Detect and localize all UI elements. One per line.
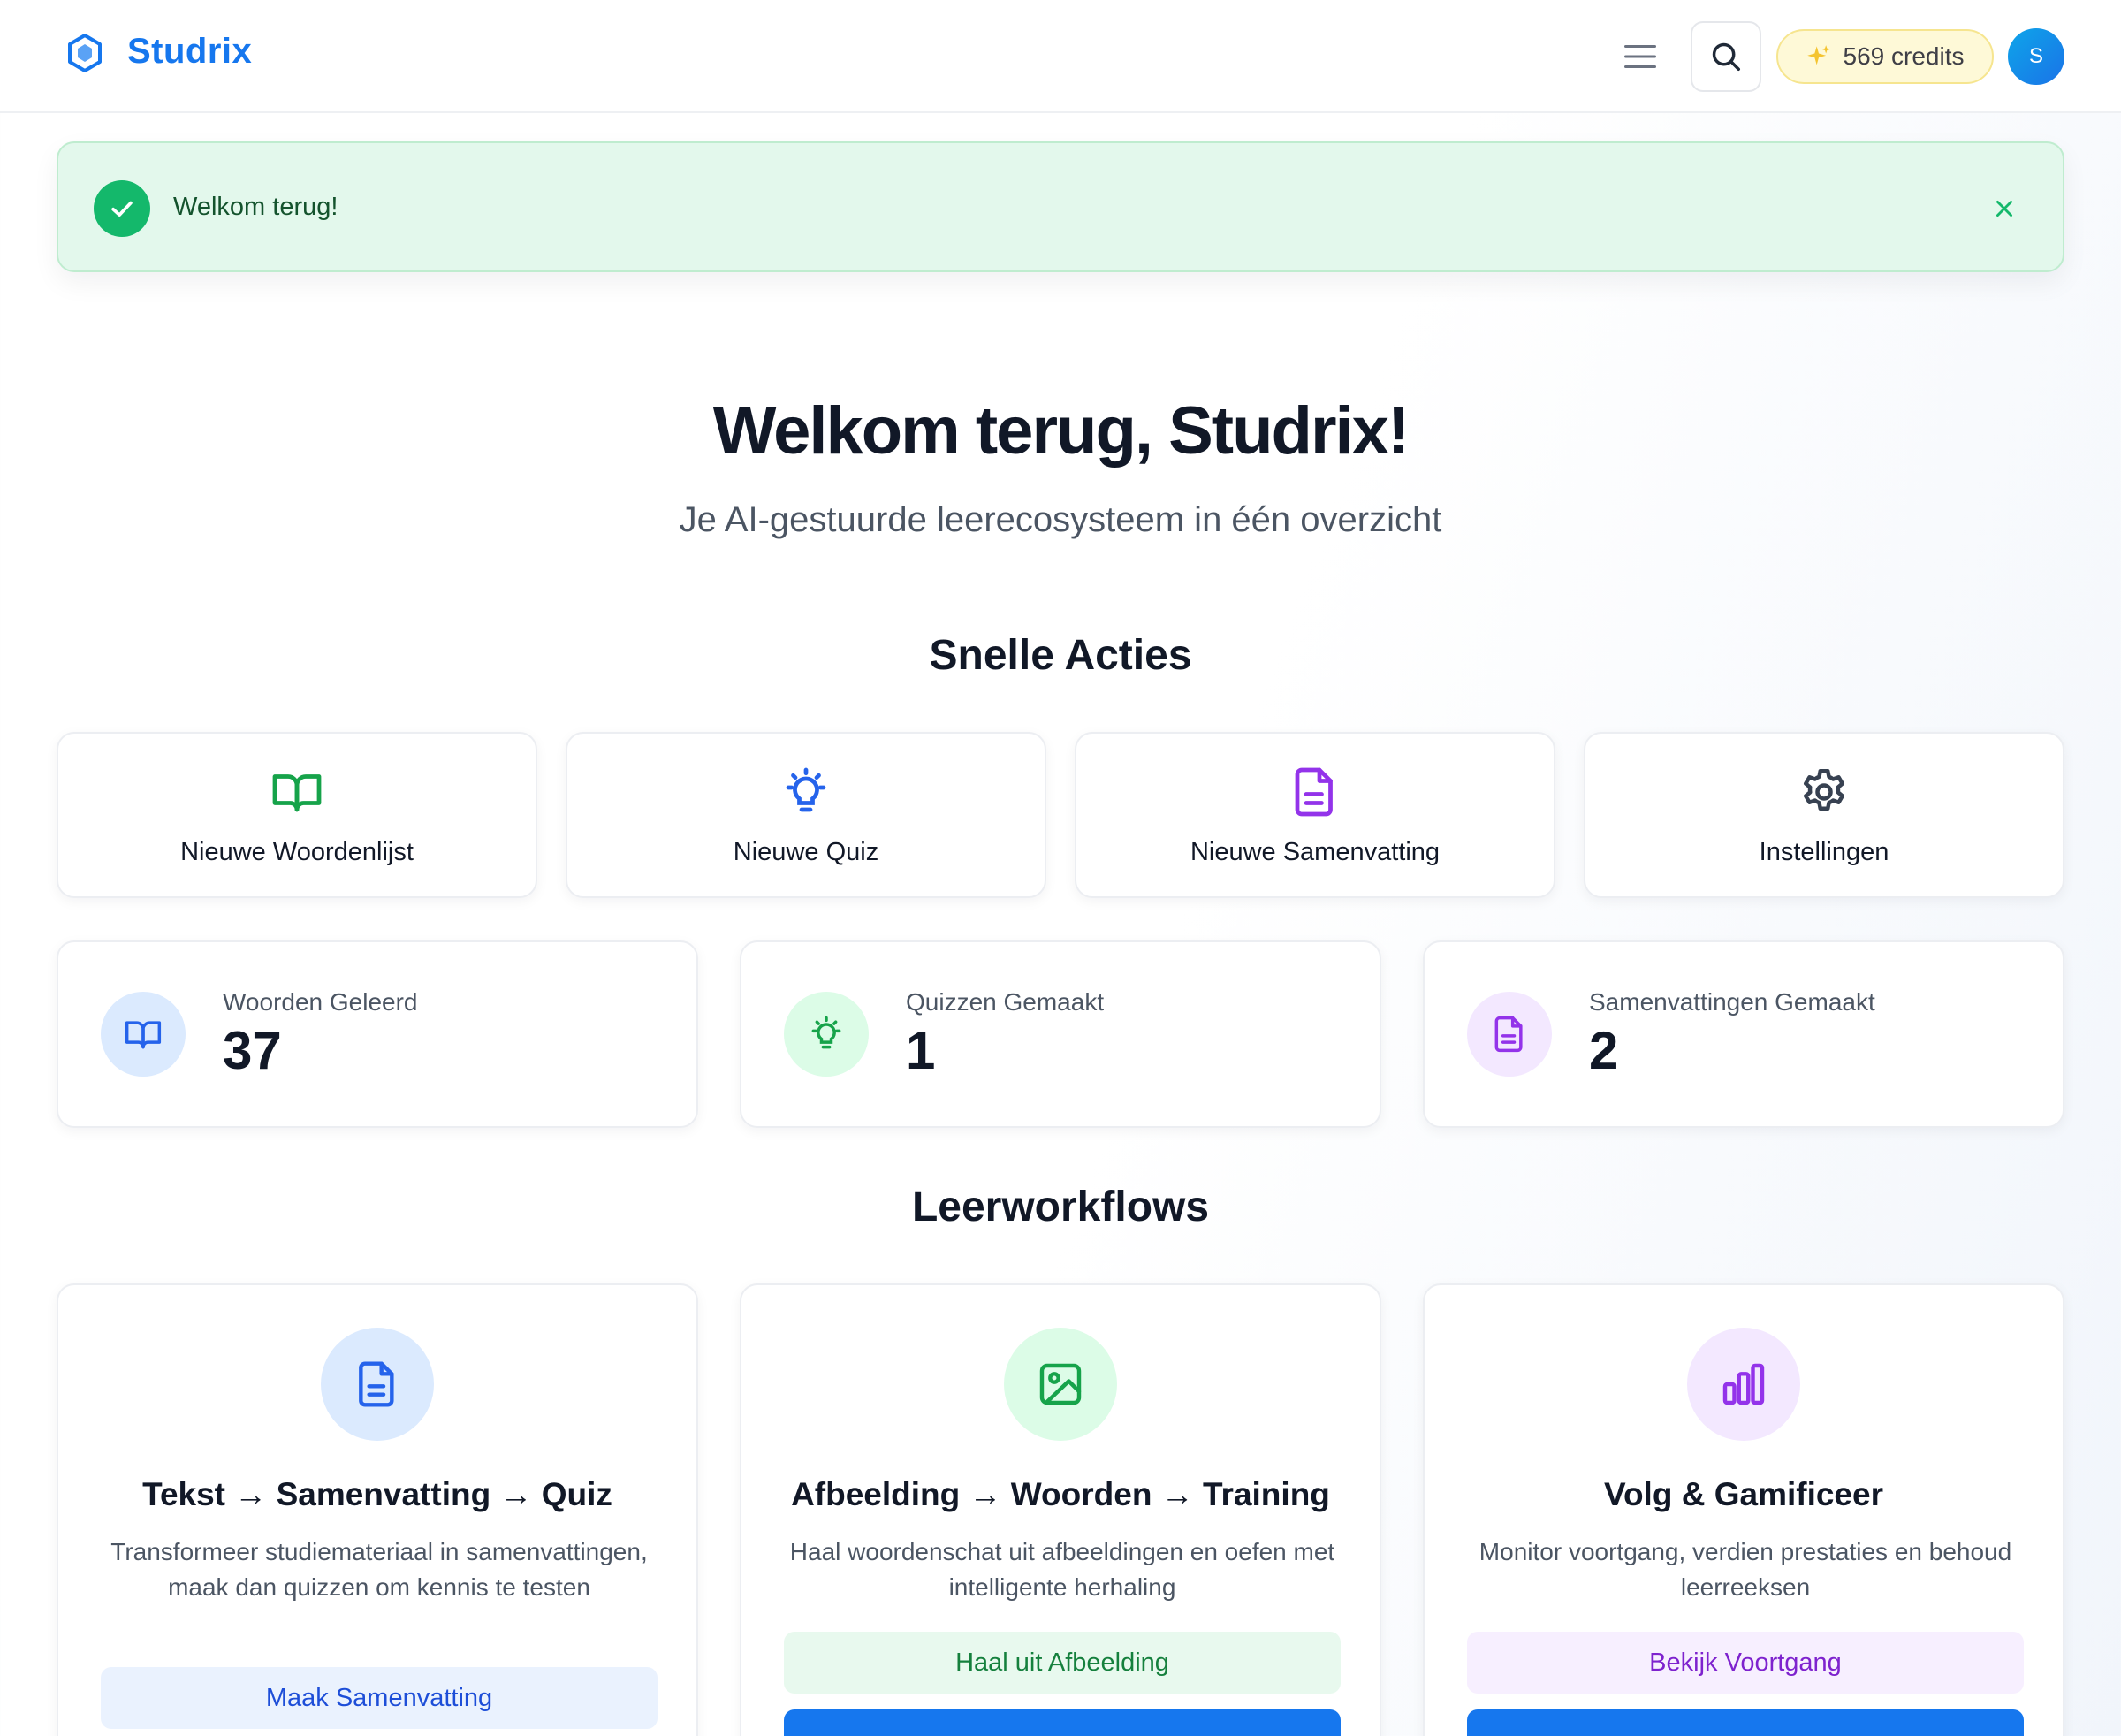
stat-value: 2	[1589, 1021, 1619, 1080]
workflow-description: Transformeer studiemateriaal in samenvat…	[110, 1538, 648, 1601]
credits-badge[interactable]: 569 credits	[1776, 29, 1994, 84]
workflow-secondary-button[interactable]	[1467, 1709, 2024, 1736]
workflow-card-text: Tekst → Samenvatting → Quiz Transformeer…	[57, 1283, 698, 1736]
user-avatar[interactable]: S	[2008, 28, 2064, 85]
stat-label: Woorden Geleerd	[223, 988, 418, 1016]
stat-label: Samenvattingen Gemaakt	[1589, 988, 1875, 1016]
workflow-title: Volg & Gamificeer	[1604, 1476, 1883, 1512]
hamburger-icon	[1624, 45, 1656, 68]
quick-action-new-summary[interactable]: Nieuwe Samenvatting	[1075, 732, 1555, 898]
lightbulb-icon	[786, 767, 826, 812]
workflow-secondary-button[interactable]	[784, 1709, 1341, 1736]
quick-action-new-quiz[interactable]: Nieuwe Quiz	[566, 732, 1046, 898]
workflow-card-progress: Volg & Gamificeer Monitor voortgang, ver…	[1423, 1283, 2064, 1736]
brand-name[interactable]: Studrix	[127, 32, 252, 72]
image-icon	[1004, 1328, 1117, 1441]
alert-close-button[interactable]	[1985, 189, 2024, 228]
quick-actions-title: Snelle Acties	[929, 632, 1192, 679]
page-subtitle: Je AI-gestuurde leerecosysteem in één ov…	[679, 500, 1442, 539]
search-icon	[1712, 42, 1740, 71]
view-progress-button[interactable]: Bekijk Voortgang	[1467, 1632, 2024, 1694]
credits-label: 569 credits	[1843, 42, 1965, 70]
book-open-icon	[272, 774, 322, 812]
lightbulb-icon	[784, 992, 869, 1077]
extract-from-image-button[interactable]: Haal uit Afbeelding	[784, 1632, 1341, 1694]
quick-action-label: Nieuwe Quiz	[733, 838, 879, 866]
check-circle-icon	[94, 180, 150, 237]
bar-chart-icon	[1687, 1328, 1800, 1441]
alert-message: Welkom terug!	[173, 193, 338, 221]
workflow-description: Monitor voortgang, verdien prestaties en…	[1479, 1538, 2012, 1601]
quick-action-label: Instellingen	[1759, 838, 1889, 866]
stat-value: 37	[223, 1021, 282, 1080]
stat-card-quizzes: Quizzen Gemaakt 1	[740, 940, 1381, 1128]
file-text-icon	[1295, 767, 1333, 817]
file-text-icon	[321, 1328, 434, 1441]
stat-card-summaries: Samenvattingen Gemaakt 2	[1423, 940, 2064, 1128]
search-button[interactable]	[1691, 21, 1761, 92]
gear-icon	[1804, 769, 1844, 811]
workflow-card-image: Afbeelding → Woorden → Training Haal woo…	[740, 1283, 1381, 1736]
file-text-icon	[1467, 992, 1552, 1077]
workflow-description: Haal woordenschat uit afbeeldingen en oe…	[789, 1538, 1335, 1601]
stat-value: 1	[906, 1021, 936, 1080]
workflow-title: Afbeelding → Woorden → Training	[791, 1476, 1330, 1512]
book-open-icon	[101, 992, 186, 1077]
close-icon	[1996, 201, 2012, 217]
stat-card-words: Woorden Geleerd 37	[57, 940, 698, 1128]
workflow-title: Tekst → Samenvatting → Quiz	[142, 1476, 612, 1512]
menu-button[interactable]	[1619, 35, 1661, 78]
create-summary-button[interactable]: Maak Samenvatting	[101, 1667, 658, 1729]
stat-label: Quizzen Gemaakt	[906, 988, 1105, 1016]
logo-hexagon-icon[interactable]	[64, 32, 106, 74]
page-title: Welkom terug, Studrix!	[712, 393, 1410, 468]
welcome-alert: Welkom terug!	[57, 141, 2064, 272]
top-header: Studrix 569 credits S	[0, 0, 2121, 113]
quick-action-label: Nieuwe Samenvatting	[1190, 838, 1441, 866]
sparkles-icon	[1806, 45, 1830, 65]
quick-action-label: Nieuwe Woordenlijst	[180, 838, 414, 866]
workflows-title: Leerworkflows	[911, 1184, 1210, 1230]
quick-action-settings[interactable]: Instellingen	[1584, 732, 2064, 898]
quick-action-new-wordlist[interactable]: Nieuwe Woordenlijst	[57, 732, 537, 898]
